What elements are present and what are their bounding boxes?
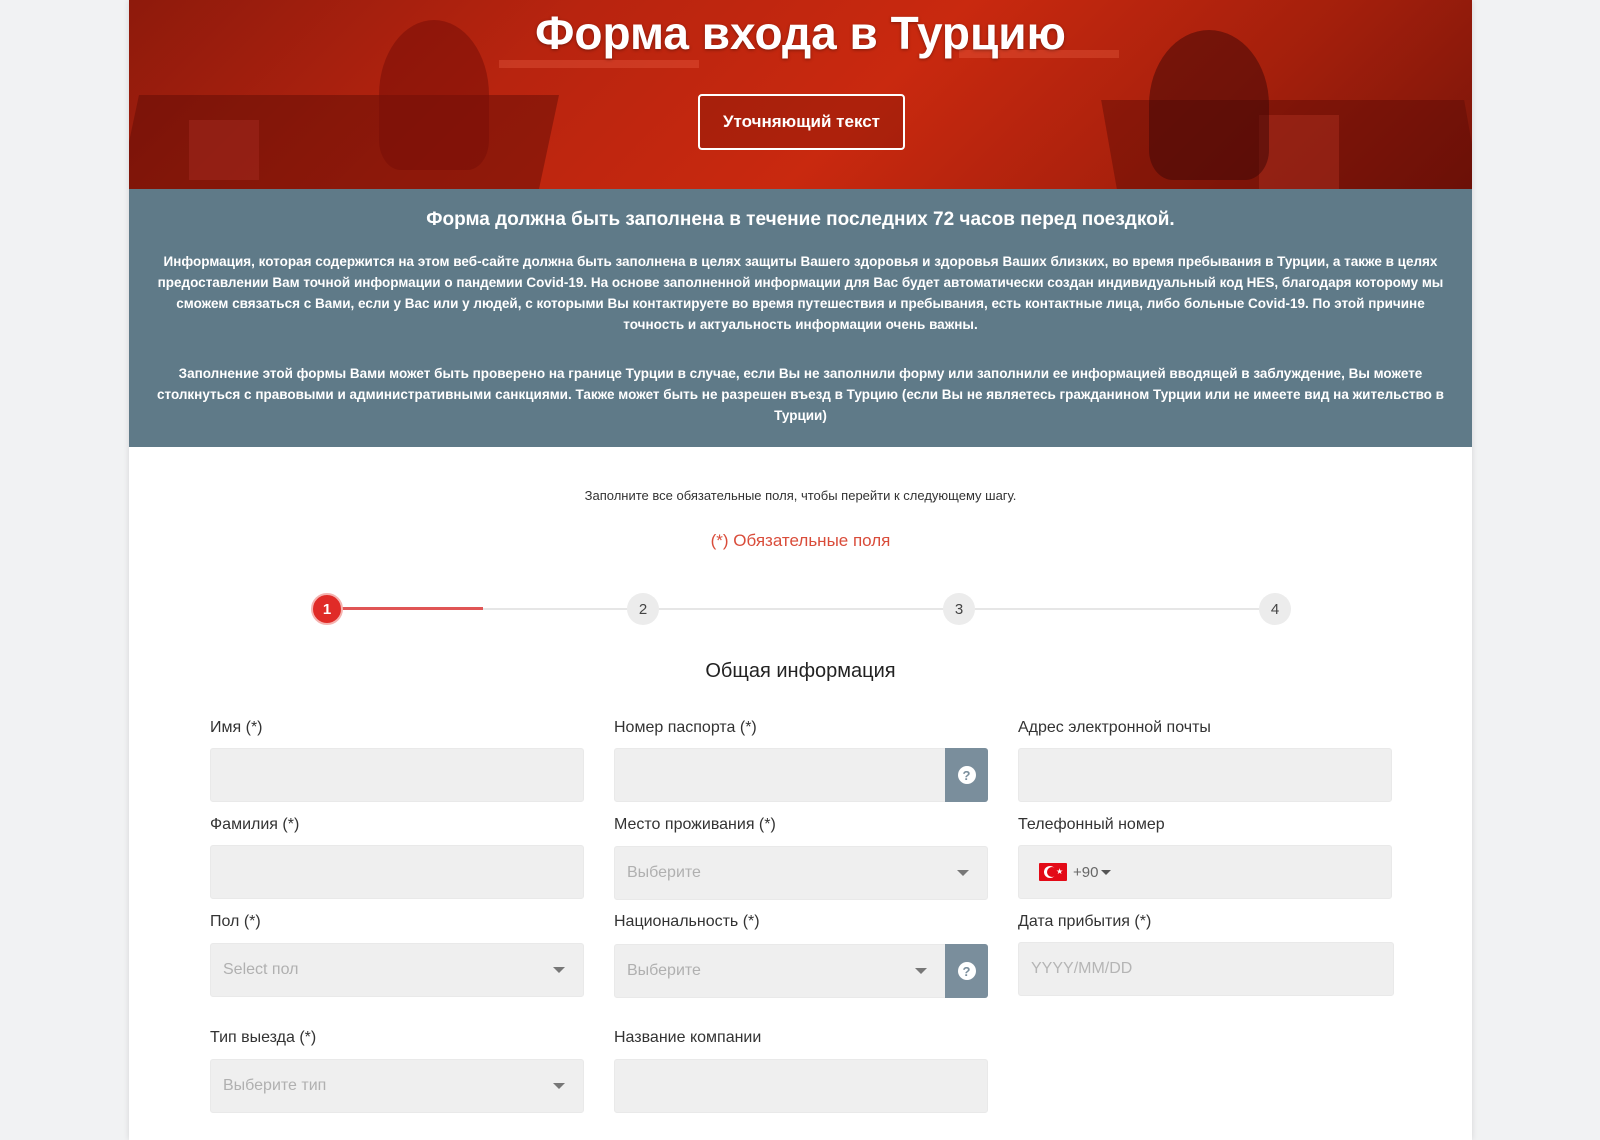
chevron-down-icon <box>957 870 969 876</box>
stepper-progress <box>326 607 483 610</box>
email-label: Адрес электронной почты <box>1018 719 1211 736</box>
arrival-date-group: Дата прибытия (*) <box>1018 913 1394 996</box>
info-paragraph-2: Заполнение этой формы Вами может быть пр… <box>157 366 1444 423</box>
gender-placeholder: Select пол <box>223 961 299 978</box>
clarifying-text-button[interactable]: Уточняющий текст <box>698 94 905 150</box>
nationality-select[interactable]: Выберите ? <box>614 944 988 998</box>
step-2[interactable]: 2 <box>627 593 659 625</box>
first-name-label: Имя (*) <box>210 719 263 736</box>
residence-label: Место проживания (*) <box>614 816 776 833</box>
passport-input[interactable] <box>615 749 946 801</box>
passport-help-button[interactable]: ? <box>945 748 988 802</box>
chevron-down-icon <box>553 1083 565 1089</box>
last-name-group: Фамилия (*) <box>210 816 584 899</box>
last-name-input[interactable] <box>210 845 584 899</box>
chevron-down-icon <box>915 968 927 974</box>
section-title: Общая информация <box>705 660 896 682</box>
residence-select[interactable]: Выберите <box>614 846 988 900</box>
chevron-down-icon <box>553 967 565 973</box>
passport-group: Номер паспорта (*) ? <box>614 719 988 802</box>
stepper: 1 2 3 4 <box>129 592 1472 626</box>
info-paragraph-1: Информация, которая содержится на этом в… <box>157 254 1444 332</box>
question-icon: ? <box>957 962 976 980</box>
phone-label: Телефонный номер <box>1018 816 1165 833</box>
gender-label: Пол (*) <box>210 913 261 930</box>
nationality-help-button[interactable]: ? <box>945 944 988 998</box>
first-name-input[interactable] <box>210 748 584 802</box>
hero-banner: Форма входа в Турцию Уточняющий текст <box>129 0 1472 189</box>
chevron-down-icon[interactable] <box>1101 869 1112 875</box>
page-container: Форма входа в Турцию Уточняющий текст Фо… <box>129 0 1472 1140</box>
dial-code[interactable]: +90 <box>1073 864 1098 881</box>
hero-bg-seat-sign-right <box>1259 115 1339 189</box>
passport-label: Номер паспорта (*) <box>614 719 757 736</box>
company-name-label: Название компании <box>614 1029 762 1046</box>
departure-type-select[interactable]: Выберите тип <box>210 1059 584 1113</box>
page-title: Форма входа в Турцию <box>535 7 1066 59</box>
phone-input[interactable] <box>1121 852 1371 892</box>
required-fields-note: (*) Обязательные поля <box>710 531 891 550</box>
departure-type-label: Тип выезда (*) <box>210 1029 317 1046</box>
hero-bg-beam-left <box>499 60 699 68</box>
phone-input-wrapper: ★ +90 <box>1018 845 1392 899</box>
turkey-flag-icon[interactable]: ★ <box>1039 863 1067 881</box>
company-name-input[interactable] <box>614 1059 988 1113</box>
info-band: Форма должна быть заполнена в течение по… <box>129 189 1472 447</box>
gender-select[interactable]: Select пол <box>210 943 584 997</box>
info-title: Форма должна быть заполнена в течение по… <box>426 209 1175 230</box>
step-1[interactable]: 1 <box>311 593 343 625</box>
email-input[interactable] <box>1018 748 1392 802</box>
first-name-group: Имя (*) <box>210 719 584 802</box>
gender-group: Пол (*) Select пол <box>210 913 584 997</box>
email-group: Адрес электронной почты <box>1018 719 1392 802</box>
step-3[interactable]: 3 <box>943 593 975 625</box>
hero-bg-seat-sign-left <box>189 120 259 180</box>
step-4[interactable]: 4 <box>1259 593 1291 625</box>
form-hint: Заполните все обязательные поля, чтобы п… <box>584 488 1017 503</box>
nationality-placeholder: Выберите <box>627 962 701 979</box>
arrival-date-input[interactable] <box>1018 942 1394 996</box>
question-icon: ? <box>957 766 976 784</box>
arrival-date-label: Дата прибытия (*) <box>1018 913 1152 930</box>
last-name-label: Фамилия (*) <box>210 816 300 833</box>
phone-group: Телефонный номер ★ +90 <box>1018 816 1392 899</box>
nationality-group: Национальность (*) Выберите ? <box>614 913 988 998</box>
residence-group: Место проживания (*) Выберите <box>614 816 988 900</box>
company-name-group: Название компании <box>614 1029 988 1113</box>
residence-placeholder: Выберите <box>627 864 701 881</box>
departure-type-placeholder: Выберите тип <box>223 1077 327 1094</box>
nationality-label: Национальность (*) <box>614 913 760 930</box>
passport-wrapper: ? <box>614 748 988 802</box>
departure-type-group: Тип выезда (*) Выберите тип <box>210 1029 584 1113</box>
